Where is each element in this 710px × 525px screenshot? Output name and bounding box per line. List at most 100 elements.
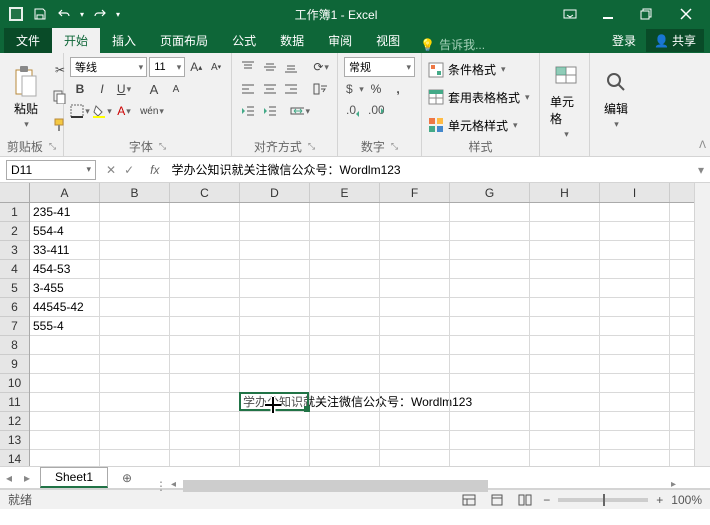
cell[interactable]: 555-4	[30, 317, 100, 335]
font-color-icon[interactable]: A▾	[114, 101, 134, 121]
share-button[interactable]: 👤共享	[646, 29, 704, 52]
cell[interactable]: 554-4	[30, 222, 100, 240]
percent-icon[interactable]: %	[366, 79, 386, 99]
tab-file[interactable]: 文件	[4, 28, 52, 53]
row-header[interactable]: 12	[0, 412, 29, 431]
row-header[interactable]: 10	[0, 374, 29, 393]
cell[interactable]	[100, 241, 170, 259]
align-bottom-icon[interactable]	[282, 57, 302, 77]
cells-button[interactable]: 单元格▾	[546, 57, 586, 142]
cell[interactable]	[240, 431, 310, 449]
merge-icon[interactable]: ▾	[290, 101, 310, 121]
underline-icon[interactable]: U▾	[114, 79, 134, 99]
tab-review[interactable]: 审阅	[316, 28, 364, 53]
cell[interactable]	[100, 260, 170, 278]
cell[interactable]	[170, 412, 240, 430]
comma-icon[interactable]: ,	[388, 79, 408, 99]
page-layout-view-icon[interactable]	[487, 492, 507, 508]
cell[interactable]: 235-41	[30, 203, 100, 221]
row-header[interactable]: 9	[0, 355, 29, 374]
increase-font-icon[interactable]: A▴	[187, 57, 205, 77]
cell[interactable]	[450, 355, 530, 373]
close-button[interactable]	[666, 0, 706, 28]
cell[interactable]	[240, 203, 310, 221]
cell[interactable]	[450, 374, 530, 392]
tab-formula[interactable]: 公式	[220, 28, 268, 53]
cell[interactable]	[530, 336, 600, 354]
cell[interactable]	[310, 412, 380, 430]
cell[interactable]	[600, 241, 670, 259]
cell[interactable]	[450, 298, 530, 316]
cell[interactable]	[30, 393, 100, 411]
cell[interactable]	[530, 260, 600, 278]
cell[interactable]	[450, 336, 530, 354]
font-size-select[interactable]: 11	[149, 57, 185, 77]
row-header[interactable]: 6	[0, 298, 29, 317]
select-all-corner[interactable]	[0, 183, 30, 202]
wrap-text-icon[interactable]	[311, 79, 331, 99]
cell[interactable]	[530, 412, 600, 430]
cell[interactable]	[380, 298, 450, 316]
column-header[interactable]: D	[240, 183, 310, 202]
increase-decimal-icon[interactable]: .0	[344, 101, 364, 121]
row-header[interactable]: 7	[0, 317, 29, 336]
cell[interactable]	[310, 260, 380, 278]
cell[interactable]	[530, 374, 600, 392]
tab-view[interactable]: 视图	[364, 28, 412, 53]
align-left-icon[interactable]	[238, 79, 258, 99]
cell[interactable]	[380, 431, 450, 449]
decrease-font-alt-icon[interactable]: A	[166, 79, 186, 99]
cell[interactable]	[240, 241, 310, 259]
cell[interactable]	[530, 355, 600, 373]
editing-button[interactable]: 编辑▾	[596, 57, 636, 138]
row-header[interactable]: 11	[0, 393, 29, 412]
cell[interactable]	[240, 336, 310, 354]
cell[interactable]	[100, 317, 170, 335]
spreadsheet-grid[interactable]: ABCDEFGHI 1234567891011121314 235-41554-…	[0, 183, 710, 467]
cell[interactable]	[170, 279, 240, 297]
cell[interactable]	[530, 241, 600, 259]
row-header[interactable]: 13	[0, 431, 29, 450]
cell[interactable]	[310, 298, 380, 316]
cell[interactable]	[310, 336, 380, 354]
tab-home[interactable]: 开始	[52, 28, 100, 53]
row-header[interactable]: 14	[0, 450, 29, 467]
table-format-button[interactable]: 套用表格格式▾	[428, 86, 533, 108]
dialog-launcher-icon[interactable]: ⤡	[391, 141, 398, 152]
cell[interactable]	[450, 203, 530, 221]
cell[interactable]	[600, 298, 670, 316]
undo-icon[interactable]	[56, 6, 72, 22]
border-icon[interactable]: ▾	[70, 101, 90, 121]
cell[interactable]	[310, 279, 380, 297]
cell[interactable]	[380, 412, 450, 430]
sheet-tab[interactable]: Sheet1	[40, 467, 108, 488]
cell[interactable]	[450, 450, 530, 467]
normal-view-icon[interactable]	[459, 492, 479, 508]
cell[interactable]	[450, 412, 530, 430]
cell[interactable]	[170, 241, 240, 259]
cell[interactable]	[450, 260, 530, 278]
cell[interactable]	[170, 317, 240, 335]
cell[interactable]	[170, 355, 240, 373]
cell[interactable]	[450, 393, 530, 411]
cell[interactable]	[240, 317, 310, 335]
cell[interactable]	[30, 355, 100, 373]
cell[interactable]	[600, 393, 670, 411]
cell[interactable]	[530, 431, 600, 449]
cell[interactable]	[100, 298, 170, 316]
dialog-launcher-icon[interactable]: ⤡	[49, 141, 56, 152]
cell[interactable]	[100, 393, 170, 411]
cell[interactable]	[170, 450, 240, 467]
cell[interactable]	[310, 203, 380, 221]
cell[interactable]	[240, 450, 310, 467]
cell[interactable]	[100, 222, 170, 240]
cell[interactable]	[170, 222, 240, 240]
cell[interactable]	[170, 203, 240, 221]
cell[interactable]	[380, 279, 450, 297]
dialog-launcher-icon[interactable]: ⤡	[308, 141, 315, 152]
decrease-decimal-icon[interactable]: .00	[366, 101, 386, 121]
row-header[interactable]: 3	[0, 241, 29, 260]
cell[interactable]	[240, 412, 310, 430]
accounting-icon[interactable]: $▾	[344, 79, 364, 99]
column-header[interactable]: G	[450, 183, 530, 202]
